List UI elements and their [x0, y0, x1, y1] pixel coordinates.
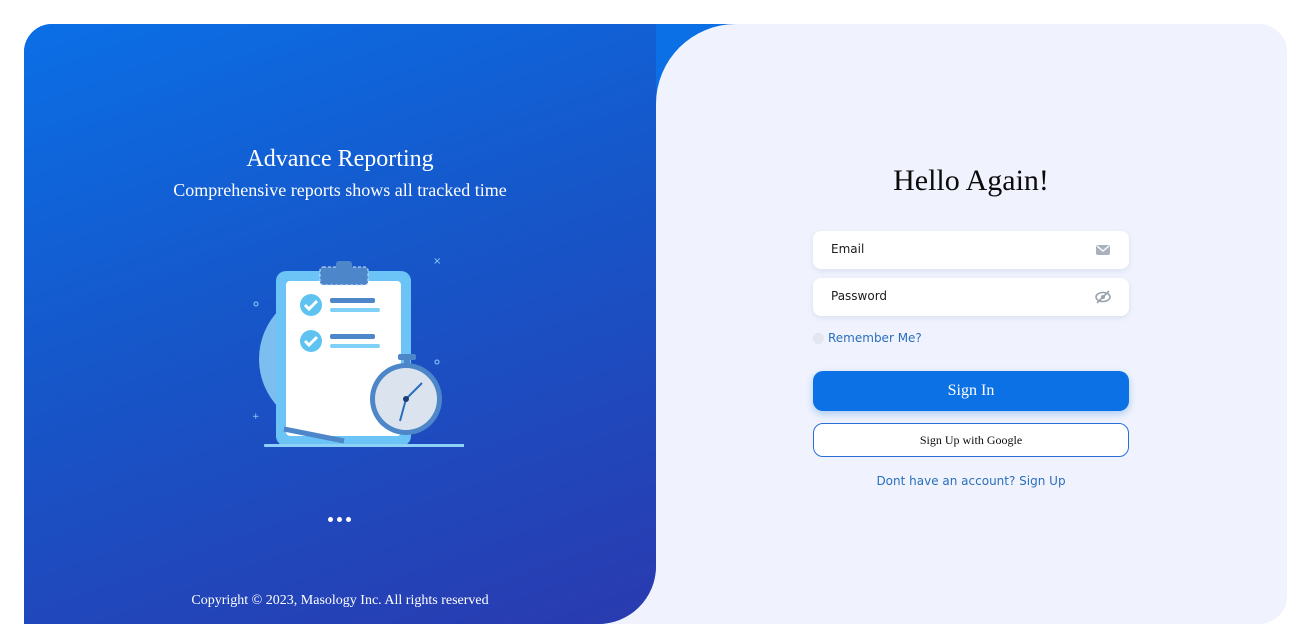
carousel-dot[interactable] — [346, 517, 351, 522]
login-title: Hello Again! — [893, 164, 1049, 197]
svg-text:+: + — [252, 412, 260, 422]
eye-slash-icon[interactable] — [1095, 289, 1111, 305]
mail-icon — [1096, 245, 1110, 255]
remember-me-label[interactable]: Remember Me? — [828, 331, 922, 345]
remember-me-checkbox[interactable] — [813, 332, 824, 344]
password-field[interactable]: Password — [813, 278, 1129, 316]
svg-text:×: × — [433, 256, 441, 267]
carousel-dot[interactable] — [328, 517, 333, 522]
email-placeholder: Email — [831, 242, 865, 256]
report-clipboard-illustration: × + — [252, 256, 464, 447]
email-field[interactable]: Email — [813, 231, 1129, 269]
carousel-dots — [328, 517, 351, 522]
sign-in-button[interactable]: Sign In — [813, 371, 1129, 411]
carousel-dot[interactable] — [337, 517, 342, 522]
signup-link[interactable]: Dont have an account? Sign Up — [813, 474, 1129, 488]
remember-me[interactable]: Remember Me? — [813, 331, 922, 345]
promo-heading: Advance Reporting — [246, 146, 434, 172]
promo-subheading: Comprehensive reports shows all tracked … — [173, 180, 507, 200]
copyright-text: Copyright © 2023, Masology Inc. All righ… — [191, 593, 489, 608]
promo-content: Advance Reporting Comprehensive reports … — [24, 24, 656, 624]
google-signup-button[interactable]: Sign Up with Google — [813, 423, 1129, 457]
password-placeholder: Password — [831, 289, 888, 303]
